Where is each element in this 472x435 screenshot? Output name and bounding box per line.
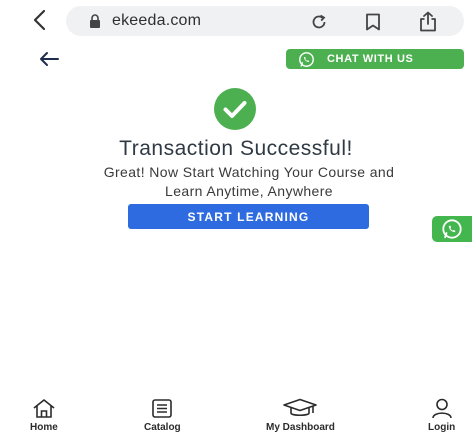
graduation-cap-icon (283, 398, 318, 417)
nav-label-catalog: Catalog (144, 422, 181, 433)
browser-toolbar: ekeeda.com (0, 0, 472, 42)
lock-icon (90, 14, 100, 28)
success-message-line-1: Great! Now Start Watching Your Course an… (103, 164, 395, 180)
nav-item-home[interactable]: Home (30, 398, 58, 433)
chat-with-us-button[interactable]: CHAT WITH US (286, 49, 464, 69)
nav-item-catalog[interactable]: Catalog (144, 398, 181, 433)
nav-item-login[interactable]: Login (428, 398, 455, 433)
start-learning-label: START LEARNING (187, 209, 310, 224)
nav-label-home: Home (30, 422, 58, 433)
nav-item-my-dashboard[interactable]: My Dashboard (266, 398, 335, 433)
address-bar[interactable]: ekeeda.com (66, 6, 464, 36)
nav-label-login: Login (428, 422, 456, 433)
whatsapp-icon (299, 51, 314, 67)
check-circle-icon (213, 87, 257, 131)
bookmark-icon[interactable] (365, 13, 381, 31)
success-message-line-2: Learn Anytime, Anywhere (165, 183, 333, 199)
arrow-left-icon[interactable] (38, 50, 60, 68)
user-icon (431, 398, 452, 419)
bottom-navigation: Home Catalog My Dashboard Login (0, 398, 472, 435)
back-chevron-icon[interactable] (28, 8, 50, 32)
url-text: ekeeda.com (112, 12, 202, 29)
page-title: Transaction Successful! (119, 137, 353, 160)
whatsapp-float-button[interactable] (432, 216, 472, 242)
reload-icon[interactable] (310, 13, 328, 31)
whatsapp-icon (442, 219, 462, 239)
share-icon[interactable] (418, 11, 438, 32)
nav-label-my-dashboard: My Dashboard (266, 422, 335, 433)
start-learning-button[interactable]: START LEARNING (128, 204, 369, 229)
home-icon (33, 399, 55, 418)
chat-with-us-label: CHAT WITH US (327, 53, 414, 65)
success-message: Great! Now Start Watching Your Course an… (30, 163, 468, 201)
catalog-icon (152, 399, 173, 418)
